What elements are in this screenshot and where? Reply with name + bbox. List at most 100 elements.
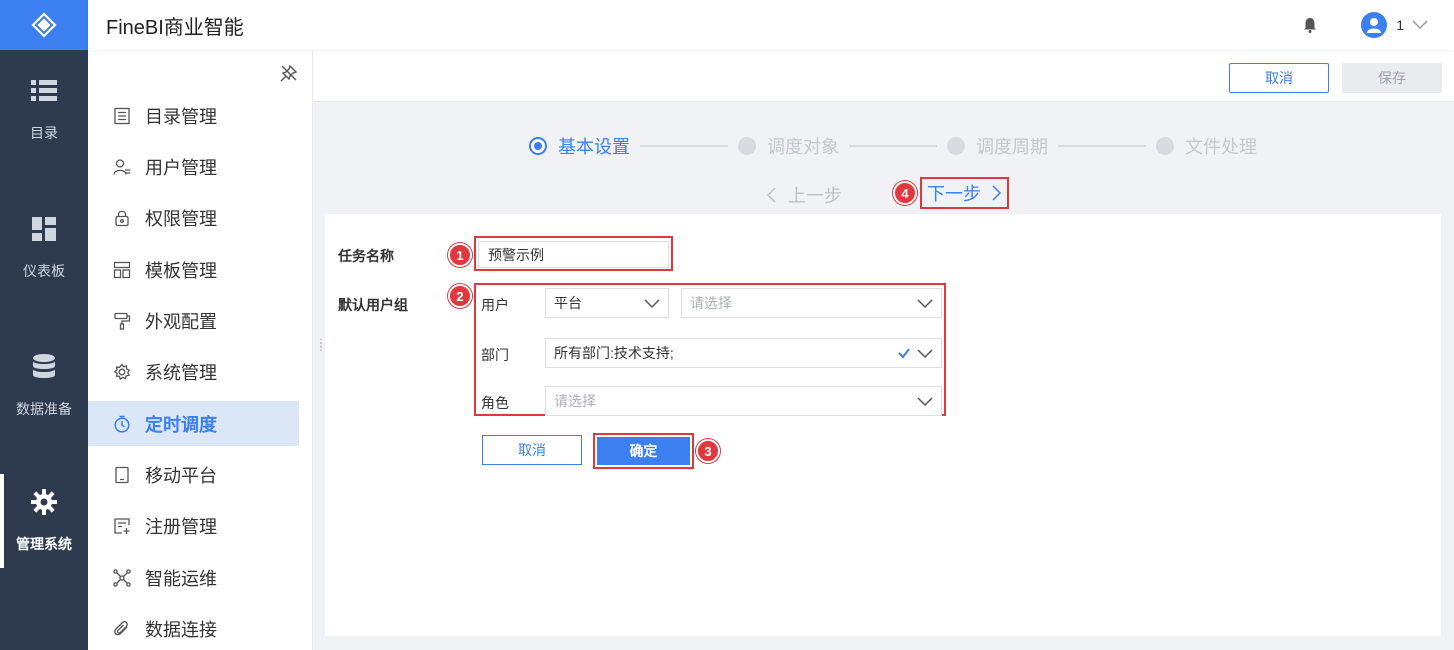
step-basic-settings[interactable]: 基本设置 — [529, 133, 630, 159]
menu-item-user[interactable]: 用户管理 — [88, 144, 299, 189]
step-indicator: 基本设置 调度对象 调度周期 文件处理 — [529, 135, 1257, 157]
role-select-placeholder: 请选择 — [554, 393, 596, 409]
user-avatar-icon — [1367, 18, 1382, 33]
menu-item-template[interactable]: 模板管理 — [88, 247, 299, 292]
annotation-badge-3: 3 — [696, 439, 720, 463]
annotation-badge-4: 4 — [893, 181, 917, 205]
next-step-button[interactable]: 下一步 — [920, 177, 1009, 209]
user-name[interactable]: 1 — [1396, 17, 1404, 33]
dept-select[interactable]: 所有部门:技术支持; — [545, 338, 942, 368]
form-cancel-button[interactable]: 取消 — [482, 435, 582, 465]
chevron-down-icon — [917, 347, 933, 359]
paint-roller-icon — [112, 311, 132, 331]
register-icon — [112, 516, 132, 536]
menu-item-network[interactable]: 智能运维 — [88, 555, 299, 600]
step-label: 调度周期 — [976, 137, 1048, 157]
menu-item-tablet[interactable]: 移动平台 — [88, 452, 299, 497]
form-confirm-button[interactable]: 确定 — [597, 437, 690, 465]
tablet-icon — [112, 465, 132, 485]
menu-item-gear[interactable]: 系统管理 — [88, 349, 299, 394]
panel-splitter[interactable] — [312, 50, 313, 650]
paperclip-icon — [112, 619, 132, 639]
pin-icon[interactable] — [280, 64, 298, 87]
catalog-icon — [112, 106, 132, 126]
bell-icon[interactable] — [1303, 17, 1317, 33]
lock-icon — [112, 208, 132, 228]
rail-label: 目录 — [30, 125, 58, 141]
network-icon — [112, 568, 132, 588]
dept-select-value: 所有部门:技术支持; — [554, 345, 674, 361]
gear-icon — [30, 488, 58, 516]
role-select[interactable]: 请选择 — [545, 386, 942, 416]
user-icon — [112, 157, 132, 177]
step-file-handling[interactable]: 文件处理 — [1156, 133, 1257, 159]
app-logo[interactable] — [0, 0, 88, 50]
menu-item-paperclip[interactable]: 数据连接 — [88, 606, 299, 650]
role-row-label: 角色 — [481, 395, 509, 411]
menu-item-paint-roller[interactable]: 外观配置 — [88, 298, 299, 343]
menu-item-label: 数据连接 — [145, 619, 217, 640]
step-connector — [849, 145, 937, 147]
basic-settings-card — [325, 214, 1441, 636]
menu-item-label: 外观配置 — [145, 311, 217, 332]
step-schedule-period[interactable]: 调度周期 — [947, 133, 1048, 159]
rail-item-dashboard[interactable]: 仪表板 — [0, 193, 88, 303]
timer-icon — [112, 414, 132, 434]
step-active-dot-icon — [529, 137, 547, 155]
step-dot-icon — [947, 137, 965, 155]
rail-label: 仪表板 — [23, 263, 65, 279]
step-dot-icon — [738, 137, 756, 155]
toolbar-cancel-button[interactable]: 取消 — [1229, 63, 1329, 93]
app-title: FineBI商业智能 — [106, 16, 244, 39]
main-rail: 目录 仪表板 数据准备 管理系统 — [0, 0, 88, 650]
chevron-down-icon — [917, 395, 933, 407]
chevron-down-icon — [917, 297, 933, 309]
menu-item-label: 模板管理 — [145, 260, 217, 281]
check-icon — [897, 346, 911, 360]
template-icon — [112, 260, 132, 280]
step-label: 基本设置 — [558, 137, 630, 157]
annotation-badge-1: 1 — [448, 243, 472, 267]
rail-label: 数据准备 — [16, 401, 72, 417]
chevron-down-icon[interactable] — [1412, 20, 1428, 30]
step-label: 调度对象 — [767, 137, 839, 157]
menu-item-register[interactable]: 注册管理 — [88, 503, 299, 548]
menu-item-label: 权限管理 — [145, 208, 217, 229]
next-step-label: 下一步 — [927, 184, 981, 204]
menu-item-catalog[interactable]: 目录管理 — [88, 93, 299, 138]
chevron-left-icon — [766, 187, 776, 203]
chevron-down-icon — [644, 297, 660, 309]
gear-icon — [112, 362, 132, 382]
menu-item-label: 注册管理 — [145, 516, 217, 537]
rail-item-data-prep[interactable]: 数据准备 — [0, 331, 88, 441]
user-select-placeholder: 请选择 — [690, 295, 732, 311]
user-select[interactable]: 请选择 — [681, 288, 942, 318]
menu-item-label: 目录管理 — [145, 106, 217, 127]
menu-item-label: 智能运维 — [145, 568, 217, 589]
menu-item-label: 定时调度 — [145, 414, 217, 435]
default-group-label: 默认用户组 — [338, 297, 408, 313]
toolbar-save-button[interactable]: 保存 — [1342, 63, 1442, 93]
logo-icon — [31, 12, 57, 38]
prev-step-label: 上一步 — [788, 186, 842, 206]
step-connector — [640, 145, 728, 147]
step-label: 文件处理 — [1185, 137, 1257, 157]
menu-item-lock[interactable]: 权限管理 — [88, 195, 299, 240]
user-source-select[interactable]: 平台 — [545, 288, 669, 318]
menu-item-label: 移动平台 — [145, 465, 217, 486]
user-row-label: 用户 — [481, 297, 509, 313]
rail-label: 管理系统 — [16, 536, 72, 552]
avatar[interactable] — [1361, 12, 1388, 38]
list-icon — [30, 77, 58, 105]
task-name-input[interactable]: 预警示例 — [478, 241, 669, 268]
task-name-label: 任务名称 — [338, 248, 394, 264]
prev-step-button[interactable]: 上一步 — [766, 182, 842, 208]
menu-item-label: 系统管理 — [145, 362, 217, 383]
step-schedule-target[interactable]: 调度对象 — [738, 133, 839, 159]
rail-item-catalog[interactable]: 目录 — [0, 55, 88, 165]
annotation-badge-2: 2 — [448, 284, 472, 308]
database-icon — [30, 353, 58, 381]
menu-item-timer[interactable]: 定时调度 — [88, 401, 299, 446]
dashboard-icon — [30, 215, 58, 243]
rail-item-admin[interactable]: 管理系统 — [0, 466, 88, 576]
